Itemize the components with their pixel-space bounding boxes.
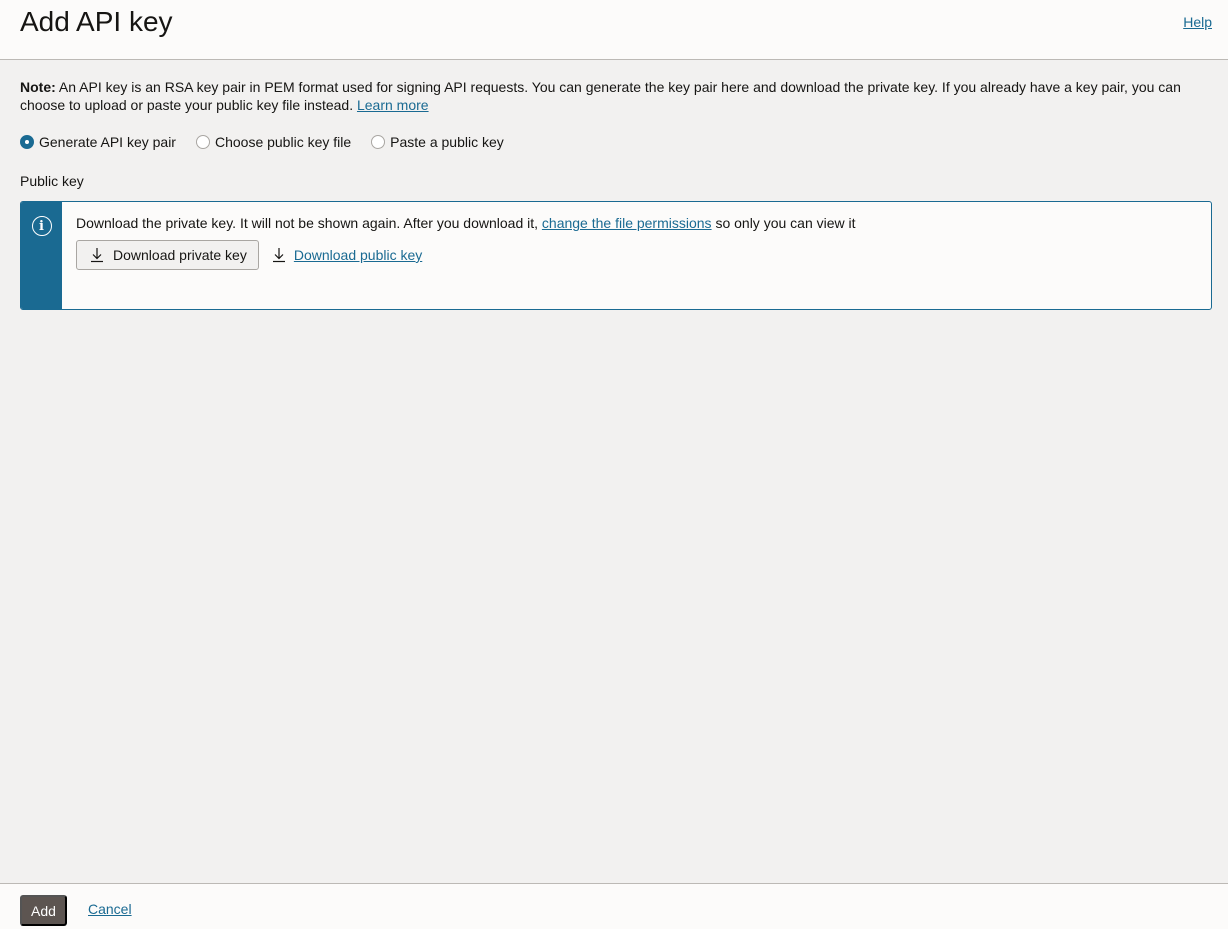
note-body: An API key is an RSA key pair in PEM for…: [20, 79, 1181, 113]
note-text: Note: An API key is an RSA key pair in P…: [20, 78, 1212, 114]
radio-paste-public-key[interactable]: Paste a public key: [371, 134, 504, 150]
note-prefix: Note:: [20, 79, 56, 95]
footer-bar: Add Cancel: [0, 883, 1228, 929]
info-text: Download the private key. It will not be…: [76, 214, 856, 232]
info-body: Download the private key. It will not be…: [62, 202, 870, 309]
public-key-label: Public key: [20, 173, 84, 189]
form-content: Note: An API key is an RSA key pair in P…: [20, 78, 1212, 310]
info-strip: i: [21, 202, 62, 309]
download-actions: Download private key Download public key: [76, 240, 856, 270]
page-title: Add API key: [20, 6, 173, 37]
radio-choose-public-key-file[interactable]: Choose public key file: [195, 134, 352, 150]
download-public-key-action[interactable]: Download public key: [272, 247, 422, 263]
radio-label: Choose public key file: [214, 134, 352, 150]
change-file-permissions-link[interactable]: change the file permissions: [542, 215, 712, 231]
radio-unchecked-icon[interactable]: [195, 135, 210, 149]
page-header: Add API key Help: [0, 0, 1228, 60]
radio-unchecked-icon[interactable]: [371, 135, 386, 149]
radio-generate-api-key-pair[interactable]: Generate API key pair: [20, 134, 176, 150]
radio-label: Generate API key pair: [39, 134, 176, 150]
info-text-after: so only you can view it: [711, 215, 856, 231]
radio-checked-icon[interactable]: [20, 135, 34, 149]
info-text-before: Download the private key. It will not be…: [76, 215, 542, 231]
download-icon: [272, 248, 285, 263]
download-icon: [91, 248, 103, 263]
download-public-key-link[interactable]: Download public key: [294, 247, 422, 263]
info-message-box: i Download the private key. It will not …: [20, 201, 1212, 310]
info-icon: i: [31, 216, 52, 236]
help-link[interactable]: Help: [1183, 14, 1212, 30]
download-private-key-label: Download private key: [113, 247, 247, 263]
add-button[interactable]: Add: [20, 895, 67, 926]
radio-label: Paste a public key: [390, 134, 504, 150]
download-private-key-button[interactable]: Download private key: [76, 240, 259, 270]
key-source-radio-group: Generate API key pair Choose public key …: [20, 133, 1212, 151]
cancel-link[interactable]: Cancel: [88, 901, 132, 917]
learn-more-link[interactable]: Learn more: [357, 97, 429, 113]
